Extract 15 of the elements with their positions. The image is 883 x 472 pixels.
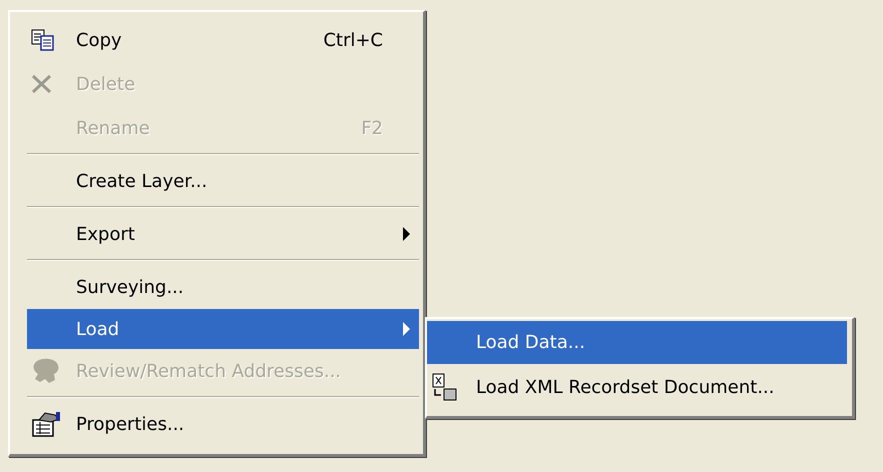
copy-icon [31, 29, 55, 51]
submenu-arrow-icon [402, 321, 411, 337]
menu-item[interactable]: Properties... [27, 402, 419, 446]
properties-icon [31, 410, 63, 438]
x-icon [31, 74, 53, 94]
menu-item[interactable]: Load [27, 309, 419, 349]
globe-icon [31, 357, 61, 385]
xml-document-icon [431, 373, 459, 401]
submenu-arrow-icon [402, 226, 411, 242]
menu-item[interactable]: Copy Ctrl+C [27, 18, 419, 62]
menu-item[interactable]: Surveying... [27, 265, 419, 309]
menu-item[interactable]: Load Data... [427, 321, 847, 364]
menu-item[interactable]: Export [27, 212, 419, 256]
menu-item[interactable]: Load XML Recordset Document... [427, 364, 847, 410]
menu-item[interactable]: Create Layer... [27, 159, 419, 203]
